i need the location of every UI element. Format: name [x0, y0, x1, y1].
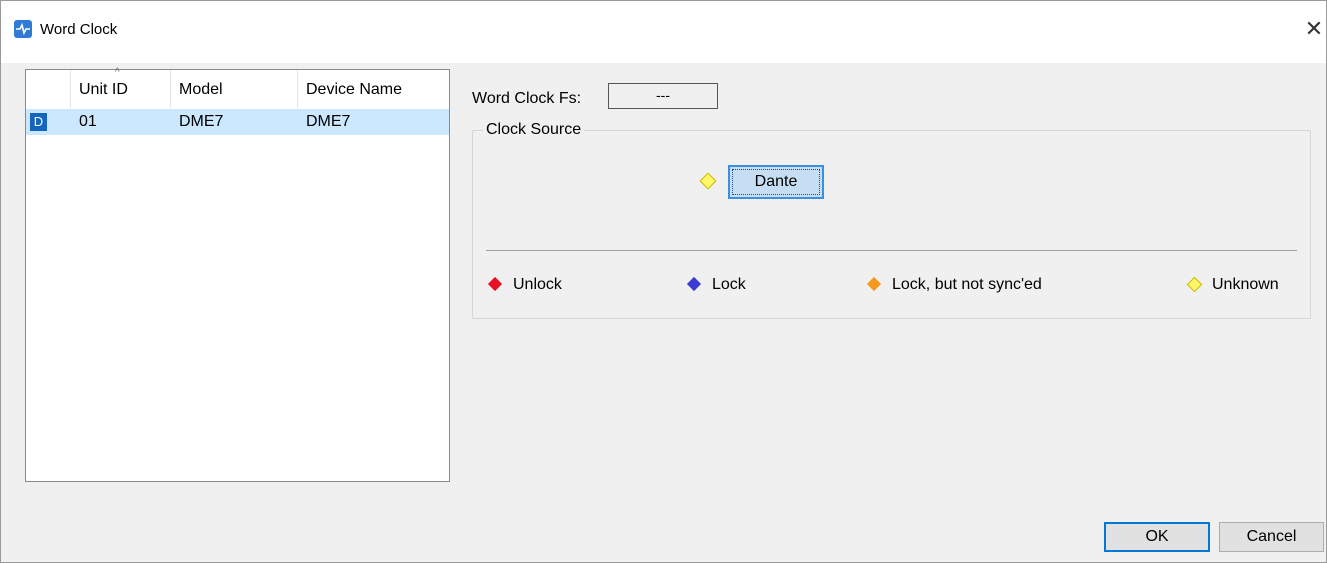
- list-header: ^ Unit ID Model Device Name: [26, 67, 449, 108]
- unlock-diamond-icon: [487, 276, 503, 292]
- header-model-label: Model: [179, 81, 223, 98]
- dante-source-button[interactable]: Dante: [728, 165, 824, 199]
- table-row[interactable]: D 01 DME7 DME7: [26, 109, 449, 135]
- header-unit-id[interactable]: ^ Unit ID: [71, 67, 171, 108]
- header-device-name-label: Device Name: [306, 81, 403, 98]
- unit-list[interactable]: ^ Unit ID Model Device Name D 01 DME7 DM…: [25, 67, 450, 482]
- lock-diamond-icon: [686, 276, 702, 292]
- cancel-button[interactable]: Cancel: [1219, 522, 1324, 552]
- cell-model: DME7: [179, 113, 224, 130]
- title-bar: Word Clock ✕: [1, 1, 1326, 63]
- header-device-name[interactable]: Device Name: [298, 70, 449, 108]
- word-clock-fs-label: Word Clock Fs:: [472, 90, 582, 107]
- divider: [486, 250, 1297, 251]
- word-clock-fs-value: ---: [608, 83, 718, 109]
- clock-source-title: Clock Source: [483, 121, 585, 139]
- legend-unlock: Unlock: [513, 276, 562, 293]
- app-icon: [14, 20, 32, 38]
- lock-not-synced-diamond-icon: [866, 276, 882, 292]
- device-type-badge: D: [30, 113, 47, 131]
- legend-lock-not-synced: Lock, but not sync'ed: [892, 276, 1042, 293]
- close-icon[interactable]: ✕: [1301, 14, 1327, 44]
- header-badge-column: [26, 70, 71, 108]
- legend-unknown: Unknown: [1212, 276, 1279, 293]
- word-clock-dialog: Word Clock ✕ ^ Unit ID Model Device Name…: [0, 0, 1327, 563]
- cell-unit-id: 01: [79, 113, 97, 130]
- header-unit-id-label: Unit ID: [79, 81, 128, 98]
- window-title: Word Clock: [40, 21, 118, 38]
- sort-ascending-icon: ^: [115, 67, 120, 78]
- clock-status-diamond-icon: [699, 172, 717, 190]
- header-model[interactable]: Model: [171, 70, 298, 108]
- ok-button[interactable]: OK: [1104, 522, 1210, 552]
- clock-source-group: Clock Source Dante Unlock Lock Lock, but…: [472, 121, 1311, 319]
- cell-device-name: DME7: [306, 113, 351, 130]
- unknown-diamond-icon: [1186, 276, 1203, 293]
- legend-lock: Lock: [712, 276, 746, 293]
